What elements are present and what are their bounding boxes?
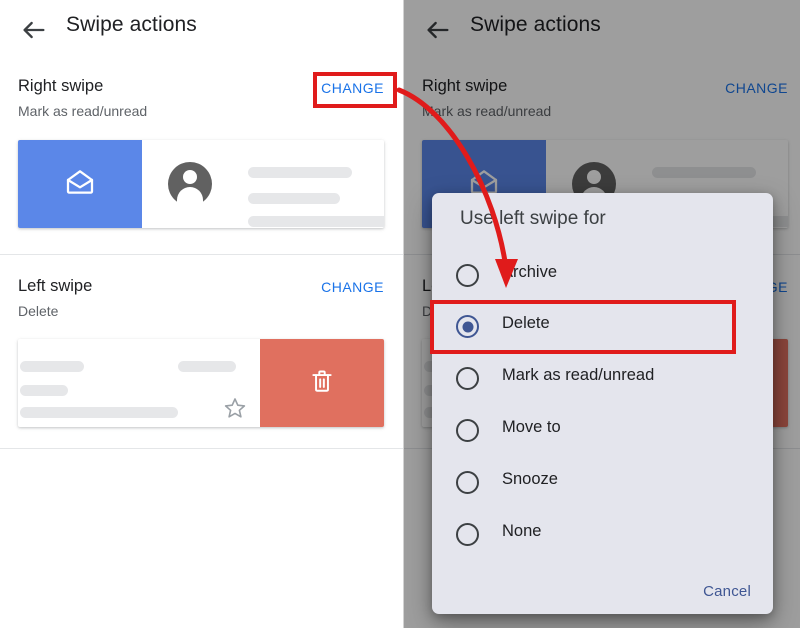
dialog-option-label: Snooze — [502, 470, 558, 488]
dialog-option-snooze[interactable]: Snooze — [432, 459, 773, 507]
right-swipe-action-area — [18, 140, 142, 228]
screenshot-stage: Swipe actions Right swipe Mark as read/u… — [0, 0, 800, 628]
open-envelope-icon — [64, 166, 96, 203]
dialog-option-label: Mark as read/unread — [502, 366, 655, 384]
arrow-left-icon[interactable] — [424, 16, 452, 44]
left-swipe-change-button[interactable]: CHANGE — [321, 279, 384, 295]
panel-seam-divider — [403, 0, 404, 628]
dialog-option-label: Archive — [502, 263, 558, 281]
section-divider — [0, 448, 404, 449]
radio-icon[interactable] — [456, 419, 479, 442]
radio-icon[interactable] — [456, 367, 479, 390]
left-swipe-title: Left swipe — [18, 277, 93, 295]
dialog-option-mark-as-read-unread[interactable]: Mark as read/unread — [432, 355, 773, 403]
right-swipe-subtitle: Mark as read/unread — [422, 103, 552, 119]
placeholder-bar — [20, 407, 178, 418]
annotation-box-change — [313, 72, 397, 108]
placeholder-bar — [248, 167, 352, 178]
arrow-left-icon[interactable] — [20, 16, 48, 44]
page-title: Swipe actions — [470, 13, 601, 36]
right-swipe-preview-card — [18, 140, 384, 228]
placeholder-bar — [178, 361, 236, 372]
placeholder-bar — [248, 216, 384, 227]
dialog-option-none[interactable]: None — [432, 511, 773, 559]
right-swipe-subtitle: Mark as read/unread — [18, 103, 148, 119]
dialog-option-label: Move to — [502, 418, 561, 436]
right-swipe-title: Right swipe — [18, 77, 104, 95]
trash-icon — [309, 368, 335, 399]
page-title: Swipe actions — [66, 13, 197, 36]
avatar-head — [183, 170, 197, 184]
section-left-swipe: Left swipe Delete CHANGE — [0, 255, 404, 448]
avatar — [168, 162, 212, 207]
app-bar: Swipe actions — [404, 0, 800, 62]
placeholder-bar — [20, 361, 84, 372]
dialog-option-archive[interactable]: Archive — [432, 252, 773, 300]
radio-icon[interactable] — [456, 264, 479, 287]
radio-icon[interactable] — [456, 471, 479, 494]
placeholder-bar — [248, 193, 340, 204]
right-swipe-title: Right swipe — [422, 77, 508, 95]
dialog-title: Use left swipe for — [460, 208, 606, 229]
right-swipe-change-button[interactable]: CHANGE — [725, 80, 788, 96]
star-outline-icon — [223, 396, 247, 420]
cancel-button[interactable]: Cancel — [703, 583, 751, 600]
placeholder-bar — [652, 167, 756, 178]
dialog-option-move-to[interactable]: Move to — [432, 407, 773, 455]
left-swipe-preview-card — [18, 339, 384, 427]
avatar-body — [177, 187, 203, 207]
placeholder-bar — [20, 385, 68, 396]
annotation-box-delete-option — [430, 300, 736, 354]
avatar-head — [587, 170, 601, 184]
left-swipe-action-area — [260, 339, 384, 427]
left-swipe-subtitle: Delete — [18, 303, 59, 319]
dialog-option-label: None — [502, 522, 542, 540]
app-bar: Swipe actions — [0, 0, 404, 62]
radio-icon[interactable] — [456, 523, 479, 546]
swipe-action-dialog: Use left swipe for Archive Delete Mark a… — [432, 193, 773, 614]
